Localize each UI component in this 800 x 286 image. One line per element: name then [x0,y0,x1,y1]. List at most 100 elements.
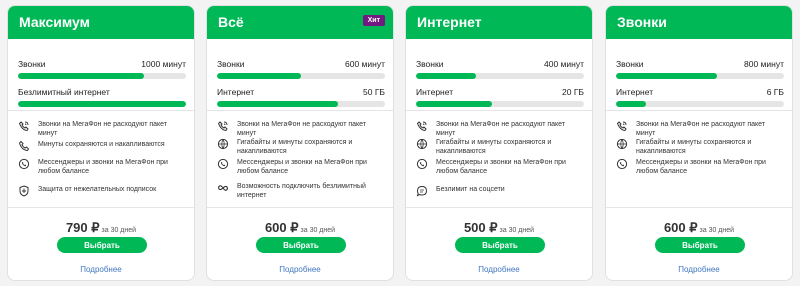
more-link[interactable]: Подробнее [406,265,592,274]
price: 500 ₽ [463,220,498,235]
feature-item: Мессенджеры и звонки на МегаФон при любо… [616,158,786,176]
choose-button[interactable]: Выбрать [256,237,346,253]
feature-item: Звонки на МегаФон не расходуют пакет мин… [616,120,786,138]
infinity-icon [217,182,229,194]
feature-item: Звонки на МегаФон не расходуют пакет мин… [217,120,387,138]
progress-fill [616,101,647,107]
feature-item: Возможность подключить безлимитный интер… [217,182,387,200]
stat-value: 20 ГБ [562,87,584,97]
stat-calls: Звонки 1000 минут [18,59,186,79]
divider [406,207,592,208]
divider [606,110,792,111]
feature-text: Гигабайты и минуты сохраняются и накапли… [636,139,752,155]
stat-label: Звонки [217,59,245,69]
progress-bar [416,73,584,79]
progress-bar [217,73,385,79]
tariff-card-calls[interactable]: Звонки Звонки 800 минут Интернет 6 ГБ Звон… [605,5,793,281]
divider [207,207,393,208]
progress-bar [616,101,784,107]
progress-fill [18,73,144,79]
stat-value: 6 ГБ [766,87,784,97]
stat-value: 800 минут [744,59,784,69]
stat-internet: Безлимитный интернет [18,87,186,107]
stat-calls: Звонки 800 минут [616,59,784,79]
feature-text: Минуты сохраняются и накапливаются [38,141,165,148]
signal-phone-icon [18,120,30,132]
more-link[interactable]: Подробнее [207,265,393,274]
chat-phone-icon [217,158,229,170]
price-row: 500 ₽ за 30 дней [406,219,592,237]
card-header: Всё Хит [207,6,393,39]
globe-phone-icon [416,138,428,150]
progress-fill [416,73,477,79]
hit-badge: Хит [362,15,385,26]
shield-icon [18,185,30,197]
price-row: 600 ₽ за 30 дней [207,219,393,237]
more-link[interactable]: Подробнее [606,265,792,274]
more-link[interactable]: Подробнее [8,265,194,274]
stat-label: Звонки [616,59,644,69]
tariff-card-internet[interactable]: Интернет Звонки 400 минут Интернет 20 ГБ З… [405,5,593,281]
price: 790 ₽ [65,220,100,235]
stat-calls: Звонки 600 минут [217,59,385,79]
progress-fill [217,101,338,107]
signal-phone-icon [217,120,229,132]
price-period: за 30 дней [699,227,735,234]
feature-text: Звонки на МегаФон не расходуют пакет мин… [38,121,168,137]
stat-value: 50 ГБ [363,87,385,97]
feature-item: Защита от нежелательных подписок [18,185,188,197]
choose-button[interactable]: Выбрать [455,237,545,253]
tariff-card-all[interactable]: Всё Хит Звонки 600 минут Интернет 50 ГБ Зв… [206,5,394,281]
progress-bar [217,101,385,107]
feature-item: Мессенджеры и звонки на МегаФон при любо… [416,158,586,176]
choose-button[interactable]: Выбрать [57,237,147,253]
tariff-card-maximum[interactable]: Максимум Звонки 1000 минут Безлимитный ин… [7,5,195,281]
stat-label: Звонки [18,59,46,69]
feature-text: Возможность подключить безлимитный интер… [237,183,366,199]
card-title: Звонки [617,14,667,30]
feature-item: Мессенджеры и звонки на МегаФон при любо… [217,158,387,176]
feature-item: Звонки на МегаФон не расходуют пакет мин… [18,120,188,138]
stat-label: Интернет [217,87,255,97]
progress-bar [416,101,584,107]
price-row: 600 ₽ за 30 дней [606,219,792,237]
feature-item: Гигабайты и минуты сохраняются и накапли… [416,138,586,156]
chat-phone-icon [616,158,628,170]
progress-fill [416,101,492,107]
choose-button[interactable]: Выбрать [655,237,745,253]
feature-item: Минуты сохраняются и накапливаются [18,140,188,152]
progress-bar [18,73,186,79]
divider [406,110,592,111]
price-row: 790 ₽ за 30 дней [8,219,194,237]
feature-item: Звонки на МегаФон не расходуют пакет мин… [416,120,586,138]
feature-item: Гигабайты и минуты сохраняются и накапли… [217,138,387,156]
stat-calls: Звонки 400 минут [416,59,584,79]
signal-phone-icon [416,120,428,132]
stat-label: Интернет [616,87,654,97]
stat-internet: Интернет 50 ГБ [217,87,385,107]
chat-phone-icon [416,158,428,170]
feature-text: Мессенджеры и звонки на МегаФон при любо… [636,159,766,175]
feature-text: Звонки на МегаФон не расходуют пакет мин… [237,121,367,137]
progress-fill [616,73,717,79]
price: 600 ₽ [663,220,698,235]
feature-text: Гигабайты и минуты сохраняются и накапли… [436,139,552,155]
price-period: за 30 дней [300,227,336,234]
divider [207,110,393,111]
progress-bar [18,101,186,107]
stat-value: 400 минут [544,59,584,69]
divider [606,207,792,208]
signal-phone-icon [616,120,628,132]
card-title: Максимум [19,14,90,30]
feature-text: Мессенджеры и звонки на МегаФон при любо… [436,159,566,175]
price-period: за 30 дней [101,227,137,234]
feature-item: Гигабайты и минуты сохраняются и накапли… [616,138,786,156]
divider [8,207,194,208]
globe-phone-icon [616,138,628,150]
progress-fill [18,101,186,107]
feature-text: Звонки на МегаФон не расходуют пакет мин… [636,121,766,137]
stat-internet: Интернет 6 ГБ [616,87,784,107]
phone-icon [18,140,30,152]
feature-text: Защита от нежелательных подписок [38,186,157,193]
stat-label: Интернет [416,87,454,97]
